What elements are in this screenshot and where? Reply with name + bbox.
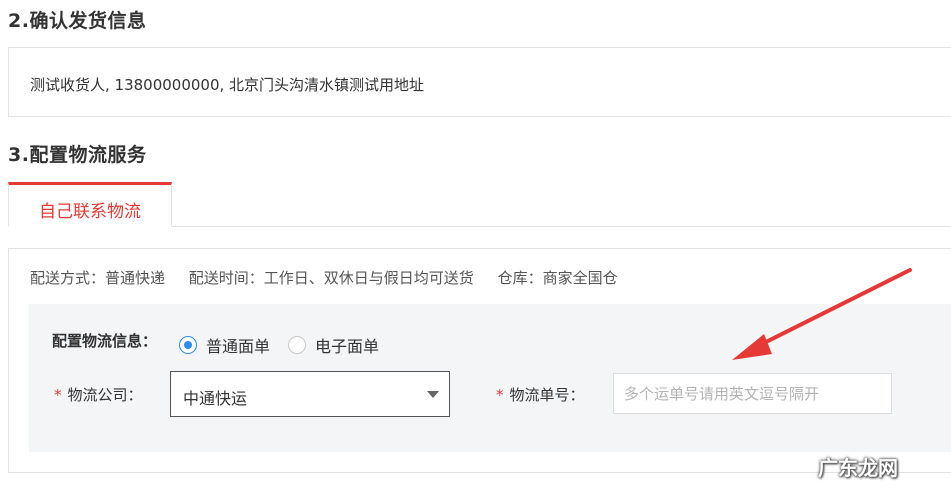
tracking-label-text: 物流单号： bbox=[509, 386, 585, 404]
logistics-title: 3.配置物流服务 bbox=[8, 144, 147, 166]
radio-normal-waybill-label: 普通面单 bbox=[206, 337, 271, 356]
delivery-method: 配送方式：普通快递 bbox=[30, 269, 166, 287]
shipping-info-text: 测试收货人, 13800000000, 北京门头沟清水镇测试用地址 bbox=[30, 76, 425, 94]
logistics-company-value: 中通快运 bbox=[183, 389, 248, 408]
annotation-arrow-icon bbox=[732, 268, 912, 360]
delivery-time: 配送时间：工作日、双休日与假日均可送货 bbox=[188, 269, 474, 287]
confirm-shipping-title: 2.确认发货信息 bbox=[8, 10, 147, 32]
radio-normal-waybill[interactable]: 普通面单 bbox=[179, 333, 270, 357]
radio-checked-icon bbox=[179, 336, 197, 354]
delivery-meta: 配送方式：普通快递 配送时间：工作日、双休日与假日均可送货 仓库：商家全国仓 bbox=[30, 267, 637, 288]
radio-unchecked-icon bbox=[288, 336, 306, 354]
chevron-down-icon bbox=[427, 391, 439, 398]
tracking-number-input[interactable] bbox=[613, 373, 892, 414]
tab-self-logistics-label: 自己联系物流 bbox=[39, 202, 141, 222]
company-field-label: * 物流公司： bbox=[54, 384, 143, 405]
warehouse: 仓库：商家全国仓 bbox=[497, 269, 618, 287]
logistics-company-select[interactable]: 中通快运 bbox=[170, 371, 450, 417]
company-label-text: 物流公司： bbox=[67, 386, 143, 404]
tracking-field-label: * 物流单号： bbox=[496, 384, 585, 405]
radio-electronic-waybill-label: 电子面单 bbox=[315, 337, 380, 356]
shipping-info-box: 测试收货人, 13800000000, 北京门头沟清水镇测试用地址 bbox=[8, 47, 951, 117]
required-mark: * bbox=[496, 386, 504, 404]
tab-self-logistics[interactable]: 自己联系物流 bbox=[8, 182, 172, 227]
watermark-logo: 广东龙网 bbox=[818, 456, 898, 480]
config-logistics-label: 配置物流信息： bbox=[52, 332, 158, 350]
required-mark: * bbox=[54, 386, 62, 404]
radio-electronic-waybill[interactable]: 电子面单 bbox=[288, 333, 379, 357]
